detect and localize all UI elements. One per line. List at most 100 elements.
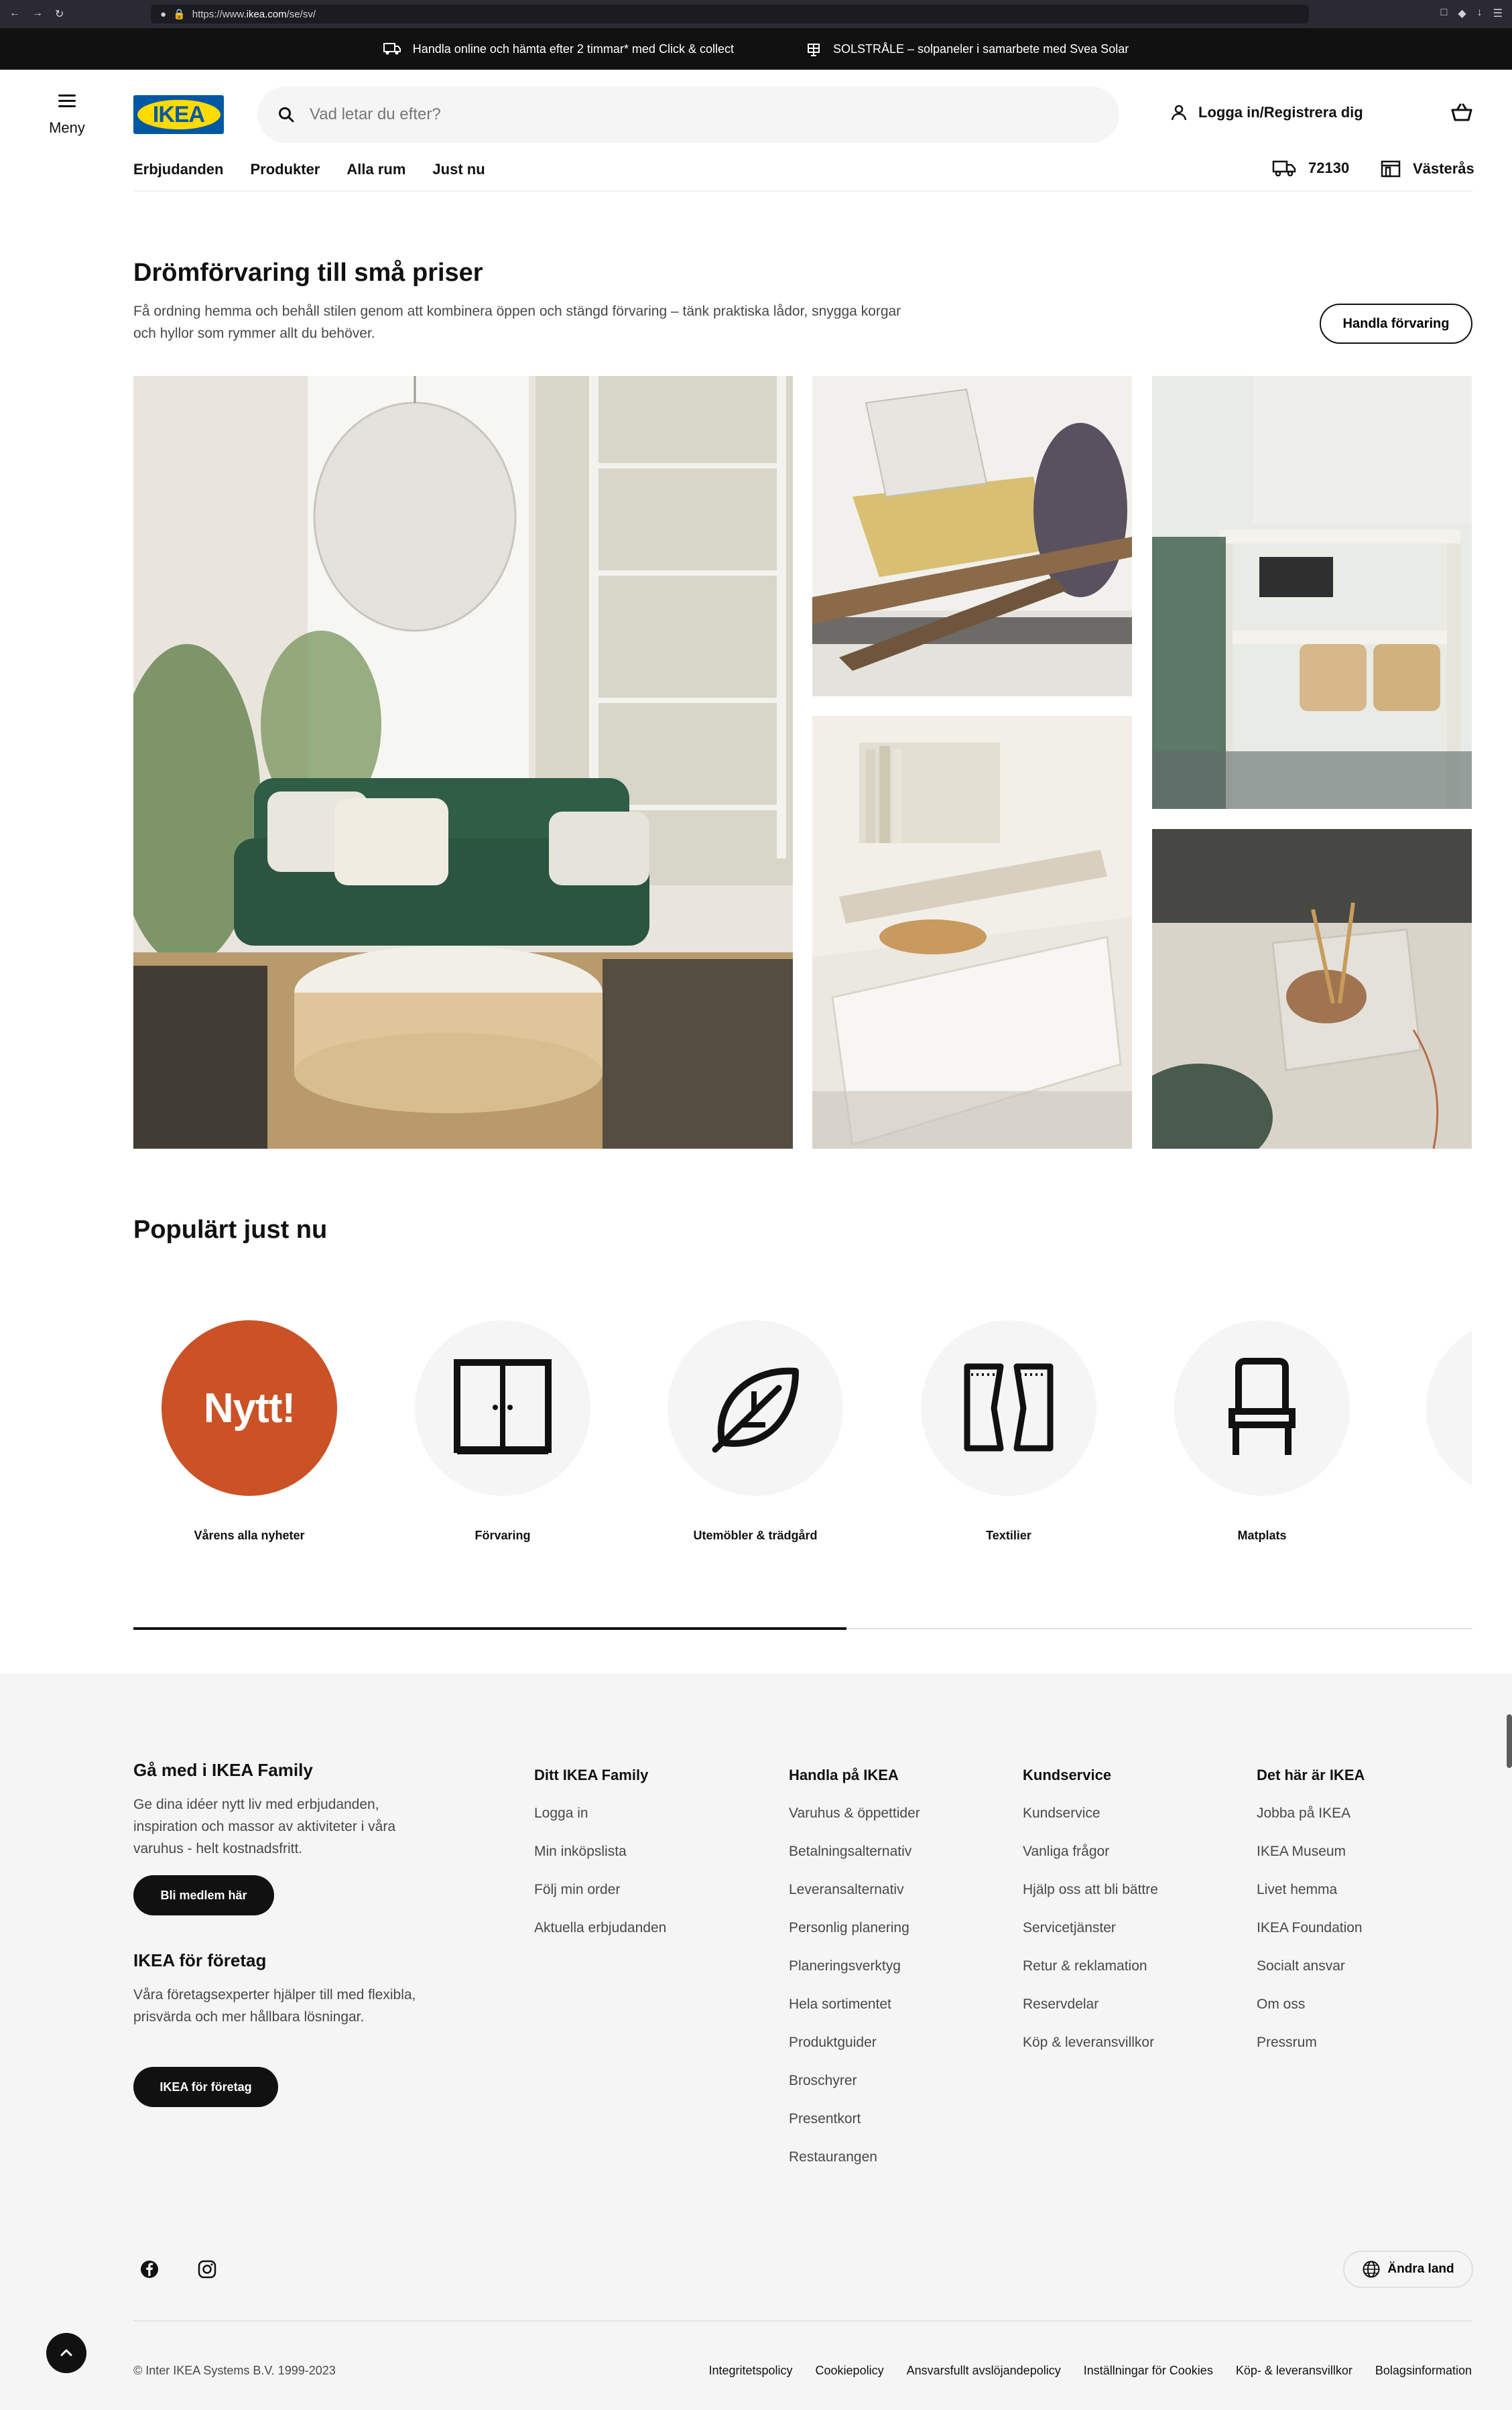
reload-icon[interactable]: ↻ [55,7,64,21]
footer-link[interactable]: Pressrum [1257,2035,1365,2073]
address-bar[interactable]: ● 🔒 https://www.ikea.com/se/sv/ [151,5,1309,23]
nav-erbjudanden[interactable]: Erbjudanden [133,161,223,178]
footer-link[interactable]: Logga in [534,1805,666,1844]
business-title: IKEA för företag [133,1950,267,1970]
category-partial[interactable]: K [1426,1320,1472,1496]
instagram-icon[interactable] [192,2255,222,2284]
footer-link[interactable]: Jobba på IKEA [1257,1805,1365,1844]
footer-link[interactable]: Följ min order [534,1882,666,1920]
footer-column-service: Kundservice Kundservice Vanliga frågor H… [1023,1767,1158,2073]
search-input[interactable] [310,105,1047,124]
footer-link[interactable]: Leveransalternativ [789,1882,920,1920]
legal-link[interactable]: Cookiepolicy [816,2364,884,2378]
chevron-up-icon [60,2349,72,2356]
carousel-scrollbar-thumb[interactable] [133,1627,846,1630]
footer-link[interactable]: Restaurangen [789,2149,920,2187]
user-icon [1171,105,1187,121]
business-button[interactable]: IKEA för företag [133,2067,278,2107]
nav-just-nu[interactable]: Just nu [432,161,485,178]
basket-shelf-photo[interactable] [812,376,1132,696]
back-icon[interactable]: ← [9,7,20,21]
promo-click-collect[interactable]: Handla online och hämta efter 2 timmar* … [383,42,734,56]
copyright: © Inter IKEA Systems B.V. 1999-2023 [133,2364,336,2377]
forward-icon[interactable]: → [32,7,43,21]
postal-code-button[interactable]: 72130 [1272,160,1349,177]
facebook-icon[interactable] [135,2255,164,2284]
legal-links: Integritetspolicy Cookiepolicy Ansvarsfu… [708,2364,1472,2378]
lock-icon: 🔒 [173,9,186,20]
category-label: Förvaring [475,1529,531,1542]
footer-link[interactable]: Varuhus & öppettider [789,1805,920,1844]
family-title: Gå med i IKEA Family [133,1760,313,1780]
promo-solstrale[interactable]: SOLSTRÅLE – solpaneler i samarbete med S… [806,42,1129,56]
category-matplats[interactable]: Matplats [1161,1320,1363,1543]
truck-icon [383,43,401,55]
footer-link[interactable]: IKEA Foundation [1257,1920,1365,1958]
footer-link[interactable]: Retur & reklamation [1023,1958,1158,1996]
footer-column-family: Ditt IKEA Family Logga in Min inköpslist… [534,1767,666,1958]
footer-divider [133,2320,1472,2322]
promo-bar: Handla online och hämta efter 2 timmar* … [0,28,1512,70]
wardrobe-icon [454,1359,552,1454]
footer-link[interactable]: Personlig planering [789,1920,920,1958]
login-link[interactable]: Logga in/Registrera dig [1170,104,1363,121]
category-utemobler[interactable]: Utemöbler & trädgård [655,1320,856,1543]
legal-link[interactable]: Köp- & leveransvillkor [1236,2364,1352,2378]
footer-link[interactable]: Hjälp oss att bli bättre [1023,1882,1158,1920]
back-to-top-button[interactable] [46,2333,86,2373]
category-label: Matplats [1237,1529,1287,1542]
category-forvaring[interactable]: Förvaring [402,1320,603,1543]
footer-link[interactable]: Servicetjänster [1023,1920,1158,1958]
footer-link[interactable]: Produktguider [789,2035,920,2073]
footer-link[interactable]: Reservdelar [1023,1996,1158,2035]
footer-link[interactable]: Presentkort [789,2111,920,2149]
category-nyheter[interactable]: Nytt! Vårens alla nyheter [149,1320,350,1543]
footer-link[interactable]: Om oss [1257,1996,1365,2035]
curtains-icon [964,1363,1054,1452]
business-text: Våra företagsexperter hjälper till med f… [133,1987,416,2025]
footer-link[interactable]: Kundservice [1023,1805,1158,1844]
store-button[interactable]: Västerås [1381,160,1474,178]
footer-link[interactable]: Vanliga frågor [1023,1844,1158,1882]
nav-produkter[interactable]: Produkter [250,161,320,178]
yarn-basket-photo[interactable] [1152,829,1472,1149]
menu-button[interactable]: Meny [40,91,94,137]
footer-link[interactable]: Planeringsverktyg [789,1958,920,1996]
extension-icon[interactable]: ◆ [1458,7,1466,20]
legal-link[interactable]: Bolagsinformation [1375,2364,1472,2378]
app-menu-icon[interactable]: ☰ [1493,7,1503,20]
shop-storage-button[interactable]: Handla förvaring [1320,304,1472,344]
footer-link[interactable]: Betalningsalternativ [789,1844,920,1882]
browser-toolbar: ← → ↻ ● 🔒 https://www.ikea.com/se/sv/ □ … [0,0,1512,28]
globe-icon [1363,2261,1380,2278]
leaf-icon [712,1367,799,1453]
pocket-icon[interactable]: □ [1441,7,1448,20]
footer-link[interactable]: Aktuella erbjudanden [534,1920,666,1958]
storage-title: Drömförvaring till små priser [133,259,483,287]
legal-link[interactable]: Inställningar för Cookies [1084,2364,1213,2378]
living-room-photo[interactable] [133,376,793,1149]
footer-link[interactable]: IKEA Museum [1257,1844,1365,1882]
footer-link[interactable]: Broschyrer [789,2073,920,2111]
legal-link[interactable]: Integritetspolicy [708,2364,792,2378]
delivery-truck-icon [1272,160,1296,177]
footer-link[interactable]: Livet hemma [1257,1882,1365,1920]
footer-link[interactable]: Min inköpslista [534,1844,666,1882]
family-signup-button[interactable]: Bli medlem här [133,1875,274,1915]
bookshelf-drawer-photo[interactable] [812,716,1132,1149]
footer-link[interactable]: Hela sortimentet [789,1996,920,2035]
change-country-button[interactable]: Ändra land [1343,2250,1473,2288]
search-bar[interactable] [257,86,1119,143]
store-icon [1381,160,1401,178]
footer-link[interactable]: Köp & leveransvillkor [1023,2035,1158,2073]
ikea-logo[interactable]: IKEA [133,95,224,134]
category-label: Utemöbler & trädgård [693,1529,818,1542]
cart-button[interactable] [1450,103,1473,126]
legal-link[interactable]: Ansvarsfullt avslöjandepolicy [907,2364,1061,2378]
pegboard-shelf-photo[interactable] [1152,376,1472,809]
category-textilier[interactable]: Textilier [908,1320,1109,1543]
download-icon[interactable]: ↓ [1477,7,1483,20]
page-scrollbar-thumb[interactable] [1507,1714,1512,1768]
nav-alla-rum[interactable]: Alla rum [346,161,405,178]
footer-link[interactable]: Socialt ansvar [1257,1958,1365,1996]
